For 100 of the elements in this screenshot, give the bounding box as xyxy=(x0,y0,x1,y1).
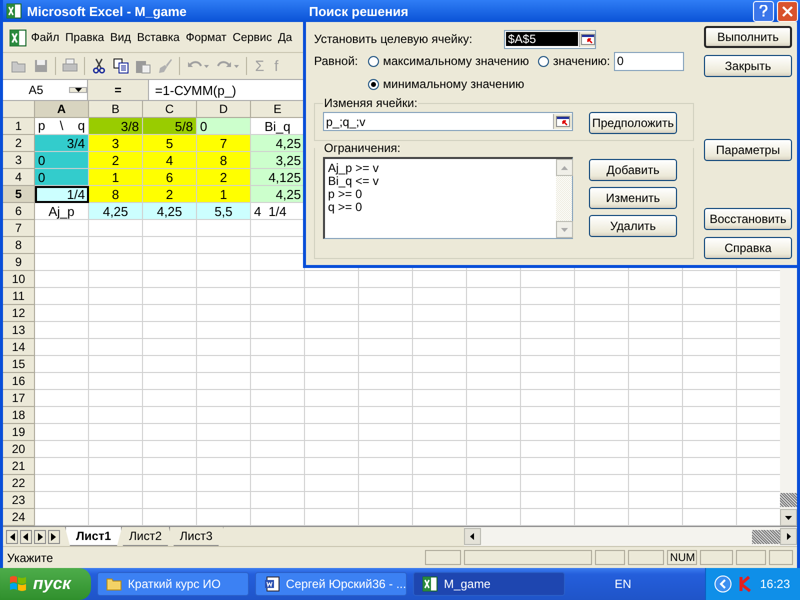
row-header[interactable]: 6 xyxy=(3,203,35,220)
table-cell[interactable]: 4,25 xyxy=(89,203,143,220)
menu-item[interactable]: Вид xyxy=(108,30,133,46)
table-cell[interactable]: 0 xyxy=(35,169,89,186)
sheet-tab[interactable]: Лист1 xyxy=(65,527,122,546)
row-header[interactable]: 8 xyxy=(3,237,35,254)
dialog-button[interactable]: Справка xyxy=(704,237,792,259)
row-header[interactable]: 3 xyxy=(3,152,35,169)
row-header[interactable]: 22 xyxy=(3,475,35,492)
row-header[interactable]: 21 xyxy=(3,458,35,475)
constraint-item[interactable]: q >= 0 xyxy=(328,201,553,214)
radio-circle[interactable] xyxy=(368,78,379,90)
arrow-right-icon[interactable] xyxy=(786,533,790,540)
row-header[interactable]: 13 xyxy=(3,322,35,339)
row-header[interactable]: 20 xyxy=(3,441,35,458)
table-cell[interactable]: 0 xyxy=(197,118,251,135)
constraint-button[interactable]: Удалить xyxy=(589,215,677,237)
menu-item[interactable]: Да xyxy=(276,30,294,46)
table-cell[interactable]: 3/8 xyxy=(89,118,143,135)
row-header[interactable]: 12 xyxy=(3,305,35,322)
table-cell[interactable]: 1/4 xyxy=(35,186,89,203)
table-cell[interactable]: 0 xyxy=(35,152,89,169)
column-header[interactable]: D xyxy=(197,101,251,118)
guess-button[interactable]: Предположить xyxy=(589,112,677,134)
table-cell[interactable]: 8 xyxy=(89,186,143,203)
row-header[interactable]: 10 xyxy=(3,271,35,288)
formula-field[interactable]: =1-СУММ(p_) xyxy=(149,80,236,100)
table-cell[interactable]: 4,25 xyxy=(251,186,305,203)
menu-item[interactable]: Формат xyxy=(184,30,229,46)
row-header[interactable]: 24 xyxy=(3,509,35,526)
table-cell[interactable]: 2 xyxy=(89,152,143,169)
radio-option[interactable]: значению: xyxy=(538,54,614,68)
constraint-button[interactable]: Изменить xyxy=(589,187,677,209)
radio-circle[interactable] xyxy=(368,56,379,66)
row-header[interactable]: 15 xyxy=(3,356,35,373)
scroll-down-button[interactable] xyxy=(780,509,797,526)
row-header[interactable]: 4 xyxy=(3,169,35,186)
dialog-button[interactable]: Восстановить xyxy=(704,208,792,230)
table-cell[interactable]: 5,5 xyxy=(197,203,251,220)
dialog-button[interactable]: Выполнить xyxy=(704,26,792,48)
row-header[interactable]: 16 xyxy=(3,373,35,390)
row-header[interactable]: 19 xyxy=(3,424,35,441)
table-cell[interactable]: 8 xyxy=(197,152,251,169)
help-button[interactable] xyxy=(753,0,774,22)
table-cell[interactable]: 7 xyxy=(197,135,251,152)
table-cell[interactable]: 3/4 xyxy=(35,135,89,152)
constraint-item[interactable]: Bi_q <= v xyxy=(328,175,553,188)
dialog-button[interactable]: Параметры xyxy=(704,139,792,161)
arrow-left-icon[interactable] xyxy=(470,533,474,540)
radio-option[interactable]: минимальному значению xyxy=(368,77,524,91)
radio-circle[interactable] xyxy=(538,56,549,66)
value-field[interactable]: 0 xyxy=(614,52,684,70)
scissors-icon[interactable] xyxy=(91,58,107,74)
table-cell[interactable]: 1 xyxy=(197,186,251,203)
scrollbar-thumb[interactable] xyxy=(780,493,797,507)
table-cell[interactable]: 3,25 xyxy=(251,152,305,169)
row-header[interactable]: 23 xyxy=(3,492,35,509)
table-cell[interactable]: 5 xyxy=(143,135,197,152)
column-header[interactable]: A xyxy=(35,101,89,118)
row-header[interactable]: 2 xyxy=(3,135,35,152)
table-cell[interactable]: 1 xyxy=(89,169,143,186)
language-indicator[interactable]: EN xyxy=(614,577,632,591)
first-sheet-button[interactable] xyxy=(6,530,18,544)
horizontal-scrollbar[interactable] xyxy=(464,527,797,546)
next-sheet-button[interactable] xyxy=(34,530,46,544)
row-header[interactable]: 5 xyxy=(3,186,35,203)
table-cell[interactable]: 4,125 xyxy=(251,169,305,186)
menu-item[interactable]: Правка xyxy=(63,30,106,46)
menu-item[interactable]: Вставка xyxy=(134,30,182,46)
menu-item[interactable]: Сервис xyxy=(230,30,274,46)
row-header[interactable]: 9 xyxy=(3,254,35,271)
row-header[interactable]: 18 xyxy=(3,407,35,424)
radio-option[interactable]: максимальному значению xyxy=(368,54,538,68)
target-cell-field[interactable]: $A$5 xyxy=(504,30,596,48)
row-header[interactable]: 1 xyxy=(3,118,35,135)
collapse-dialog-icon[interactable] xyxy=(556,116,570,127)
chevron-icon[interactable] xyxy=(714,575,732,593)
table-cell[interactable]: 2 xyxy=(143,186,197,203)
table-cell[interactable]: 5/8 xyxy=(143,118,197,135)
constraint-item[interactable]: p >= 0 xyxy=(328,188,553,201)
last-sheet-button[interactable] xyxy=(48,530,60,544)
table-cell[interactable]: 4,25 xyxy=(143,203,197,220)
column-header[interactable]: B xyxy=(89,101,143,118)
table-cell[interactable]: 2 xyxy=(197,169,251,186)
sheet-tab[interactable]: Лист3 xyxy=(168,527,224,546)
row-header[interactable]: 7 xyxy=(3,220,35,237)
close-button[interactable] xyxy=(777,0,798,22)
collapse-dialog-icon[interactable] xyxy=(580,34,594,44)
table-cell[interactable]: 4,25 xyxy=(251,135,305,152)
menu-item[interactable]: Файл xyxy=(29,30,62,46)
copy-icon[interactable] xyxy=(113,58,129,74)
row-header[interactable]: 17 xyxy=(3,390,35,407)
taskbar-button[interactable]: Сергей Юрский36 - ... xyxy=(254,572,407,596)
previous-sheet-button[interactable] xyxy=(20,530,32,544)
table-cell[interactable]: 3 xyxy=(89,135,143,152)
row-header[interactable]: 11 xyxy=(3,288,35,305)
scrollbar-thumb[interactable] xyxy=(752,530,780,544)
taskbar-button[interactable]: Краткий курс ИО xyxy=(96,572,249,596)
table-cell[interactable]: 4 xyxy=(143,152,197,169)
table-cell[interactable]: 6 xyxy=(143,169,197,186)
